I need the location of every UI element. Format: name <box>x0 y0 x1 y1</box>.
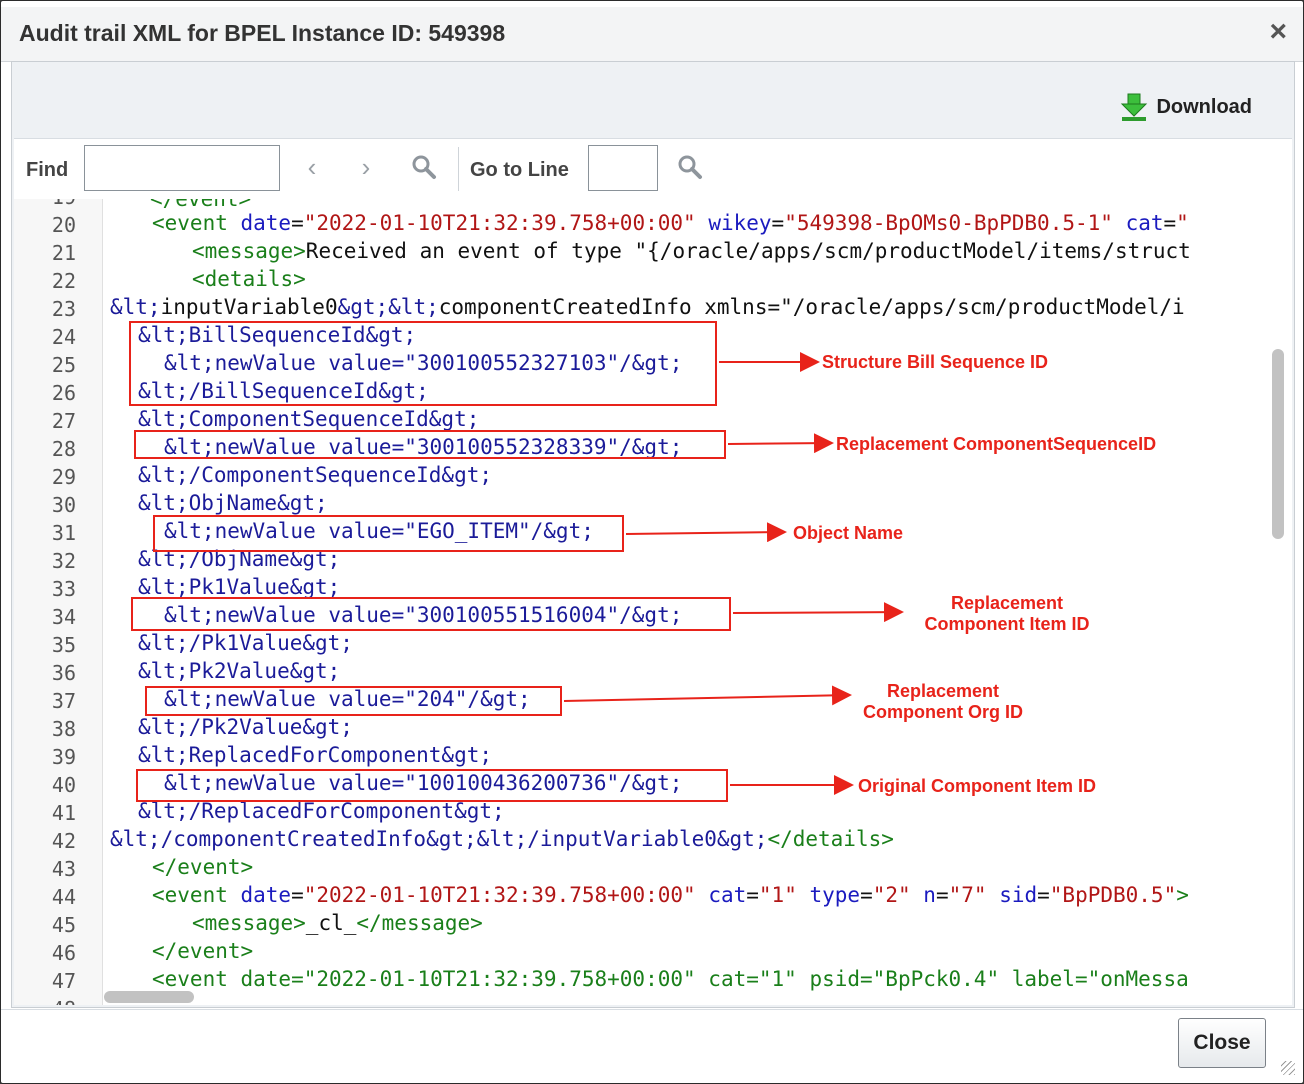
annotation-replacement-component-item-id: Replacement Component Item ID <box>924 593 1090 634</box>
annotation-arrows <box>563 352 904 795</box>
annotation-object-name: Object Name <box>793 523 904 543</box>
annotation-replacement-component-sequence-id: Replacement ComponentSequenceID <box>836 434 1157 454</box>
annotation-replacement-component-org-id: Replacement Component Org ID <box>863 681 1023 722</box>
annotation-structure-bill-sequence-id: Structure Bill Sequence ID <box>822 352 1049 372</box>
annotation-original-component-item-id: Original Component Item ID <box>858 776 1097 796</box>
